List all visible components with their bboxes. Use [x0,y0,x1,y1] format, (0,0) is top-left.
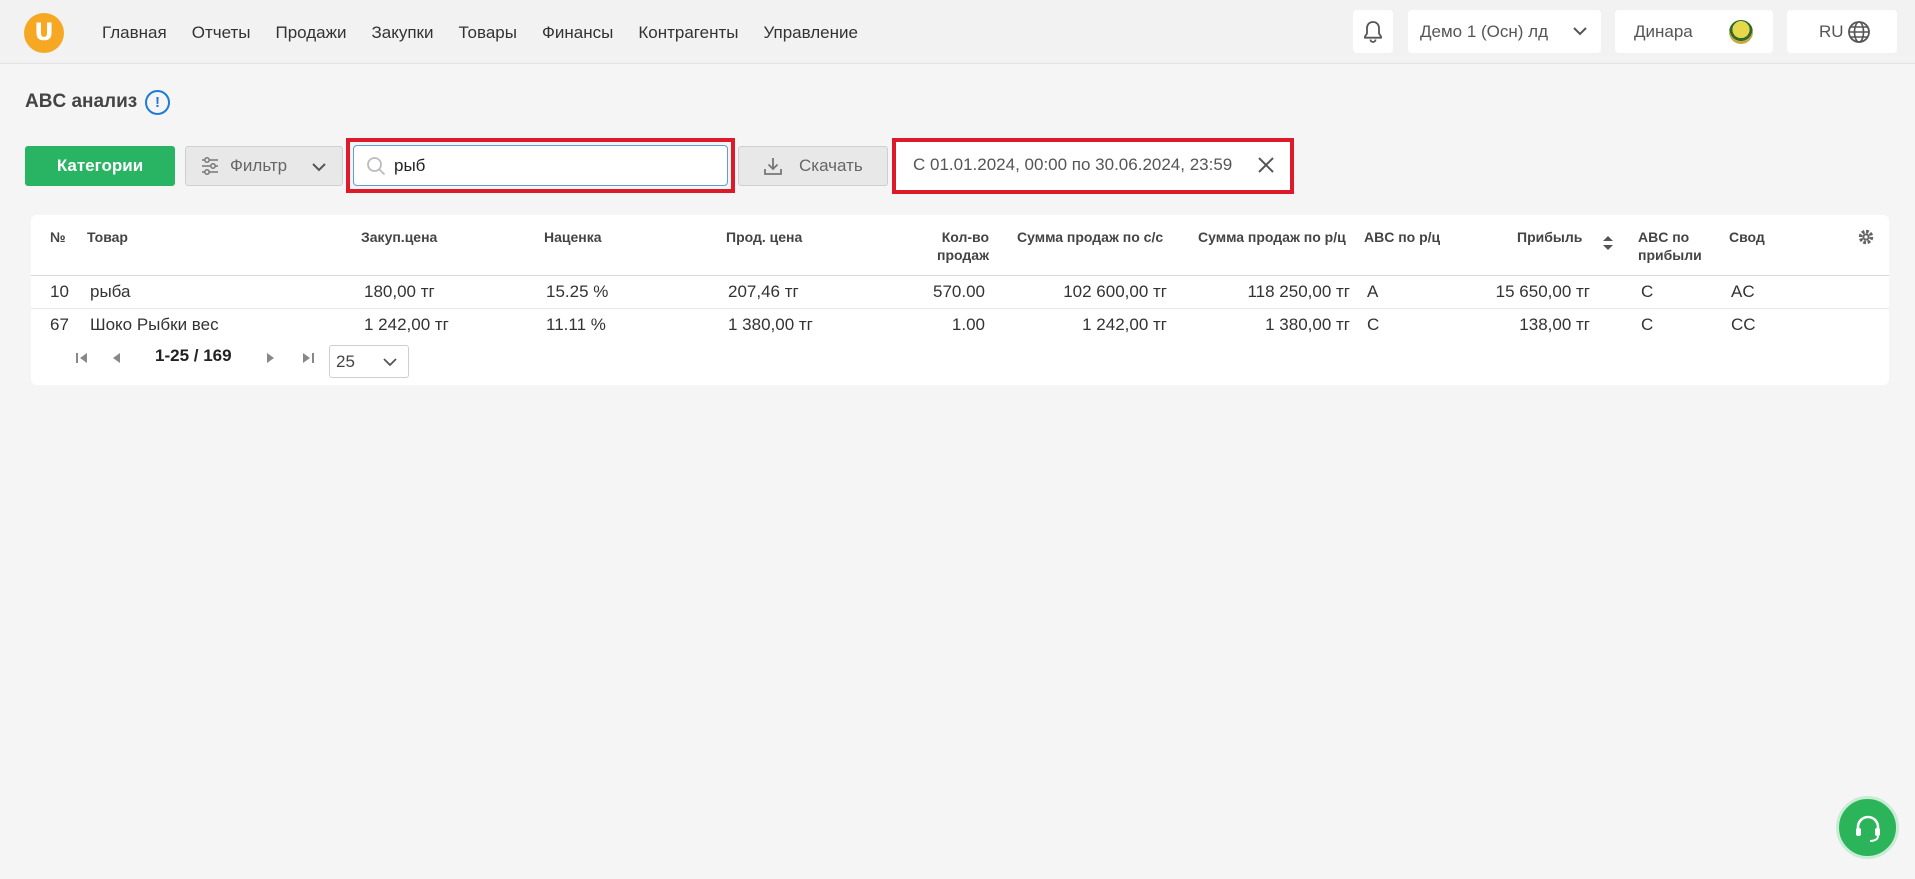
cell-abc-profit: C [1641,282,1654,301]
cell-sale-price: 207,46 тг [728,282,799,301]
header-num: № [50,229,66,245]
nav-item-reports[interactable]: Отчеты [192,22,251,44]
cell-profit: 138,00 тг [1519,315,1590,334]
nav-item-purchases[interactable]: Закупки [371,22,433,44]
notifications-button[interactable] [1353,10,1393,53]
header-summary[interactable]: Свод [1729,228,1765,246]
header-abc-retail[interactable]: ABC по р/ц [1364,228,1440,246]
user-name: Динара [1634,21,1693,41]
header-sum-cost[interactable]: Сумма продаж по с/с [1017,228,1163,246]
cell-purchase-price: 1 242,00 тг [364,315,449,334]
app-logo[interactable]: U [24,13,64,53]
header-product[interactable]: Товар [87,228,128,246]
header-sale-price[interactable]: Прод. цена [726,228,802,246]
cell-num: 10 [50,282,69,301]
nav-item-counterparties[interactable]: Контрагенты [638,22,738,44]
chevron-down-icon [383,358,397,367]
cell-markup: 11.11 % [546,315,606,334]
header-abc-profit-line2: прибыли [1638,247,1702,263]
cell-product: рыба [90,282,131,301]
cell-summary: CC [1731,315,1756,334]
support-button[interactable] [1836,796,1899,859]
logo-letter: U [34,18,54,46]
header-qty[interactable]: Кол-во продаж [909,228,989,264]
filter-label: Фильтр [230,156,288,175]
cell-summary: AC [1731,282,1755,301]
header-purchase-price[interactable]: Закуп.цена [361,228,437,246]
cell-abc-retail: A [1367,282,1379,301]
row-divider [31,308,1889,309]
top-header: U Главная Отчеты Продажи Закупки Товары … [0,0,1915,64]
header-qty-line1: Кол-во [941,229,989,245]
user-menu[interactable]: Динара [1615,10,1773,53]
header-abc-profit[interactable]: ABC по прибыли [1638,228,1702,264]
sort-icon[interactable] [1602,235,1614,251]
company-name: Демо 1 (Осн) лд [1420,21,1549,41]
info-icon[interactable]: ! [145,90,170,115]
cell-product: Шоко Рыбки вес [90,315,219,334]
filter-icon [202,157,218,175]
categories-button[interactable]: Категории [25,146,175,186]
globe-icon [1848,21,1870,43]
download-icon [764,158,782,175]
header-profit[interactable]: Прибыль [1517,228,1582,246]
avatar [1729,20,1753,44]
page-title: ABC анализ [25,91,138,112]
last-page-icon[interactable] [301,352,315,364]
nav-item-home[interactable]: Главная [102,22,167,44]
language-code: RU [1819,21,1844,41]
cell-profit: 15 650,00 тг [1495,282,1590,301]
cell-sum-retail: 1 380,00 тг [1265,315,1350,334]
headset-icon [1855,815,1880,842]
nav-item-sales[interactable]: Продажи [275,22,346,44]
cell-sum-cost: 1 242,00 тг [1082,315,1167,334]
pagination-range: 1-25 / 169 [155,346,232,365]
header-abc-profit-line1: ABC по [1638,229,1690,245]
abc-table: № Товар Закуп.цена Наценка Прод. цена Ко… [31,215,1889,385]
cell-qty: 1.00 [951,315,985,334]
search-value: рыб [394,155,426,175]
nav-item-management[interactable]: Управление [763,22,858,44]
nav-item-finance[interactable]: Финансы [542,22,613,44]
search-input[interactable]: рыб [353,145,728,186]
download-label: Скачать [799,156,863,175]
main-nav: Главная Отчеты Продажи Закупки Товары Фи… [102,22,883,44]
download-button[interactable]: Скачать [738,146,888,186]
cell-abc-profit: C [1641,315,1654,334]
header-markup[interactable]: Наценка [544,228,602,246]
first-page-icon[interactable] [75,352,89,364]
cell-markup: 15.25 % [546,282,609,301]
close-icon[interactable] [1257,156,1275,174]
company-selector[interactable]: Демо 1 (Осн) лд [1408,10,1601,53]
search-icon [367,156,386,175]
next-page-icon[interactable] [266,352,276,364]
bell-icon [1364,20,1382,43]
page-size-value: 25 [336,351,355,371]
page-size-select[interactable]: 25 [329,345,409,378]
gear-icon[interactable] [1857,228,1875,246]
chevron-down-icon [312,163,326,172]
header-qty-line2: продаж [937,247,989,263]
filter-button[interactable]: Фильтр [185,146,343,186]
chevron-down-icon [1573,27,1587,36]
cell-sale-price: 1 380,00 тг [728,315,813,334]
cell-sum-retail: 118 250,00 тг [1247,282,1350,301]
cell-qty: 570.00 [933,282,985,301]
header-divider [31,275,1889,276]
language-selector[interactable]: RU [1787,10,1897,53]
cell-num: 67 [50,315,69,334]
date-range-text: С 01.01.2024, 00:00 по 30.06.2024, 23:59 [913,155,1233,174]
cell-sum-cost: 102 600,00 тг [1063,282,1167,301]
cell-purchase-price: 180,00 тг [364,282,435,301]
prev-page-icon[interactable] [111,352,121,364]
cell-abc-retail: C [1367,315,1380,334]
nav-item-products[interactable]: Товары [458,22,516,44]
header-sum-retail[interactable]: Сумма продаж по р/ц [1198,228,1346,246]
info-symbol: ! [155,94,160,111]
